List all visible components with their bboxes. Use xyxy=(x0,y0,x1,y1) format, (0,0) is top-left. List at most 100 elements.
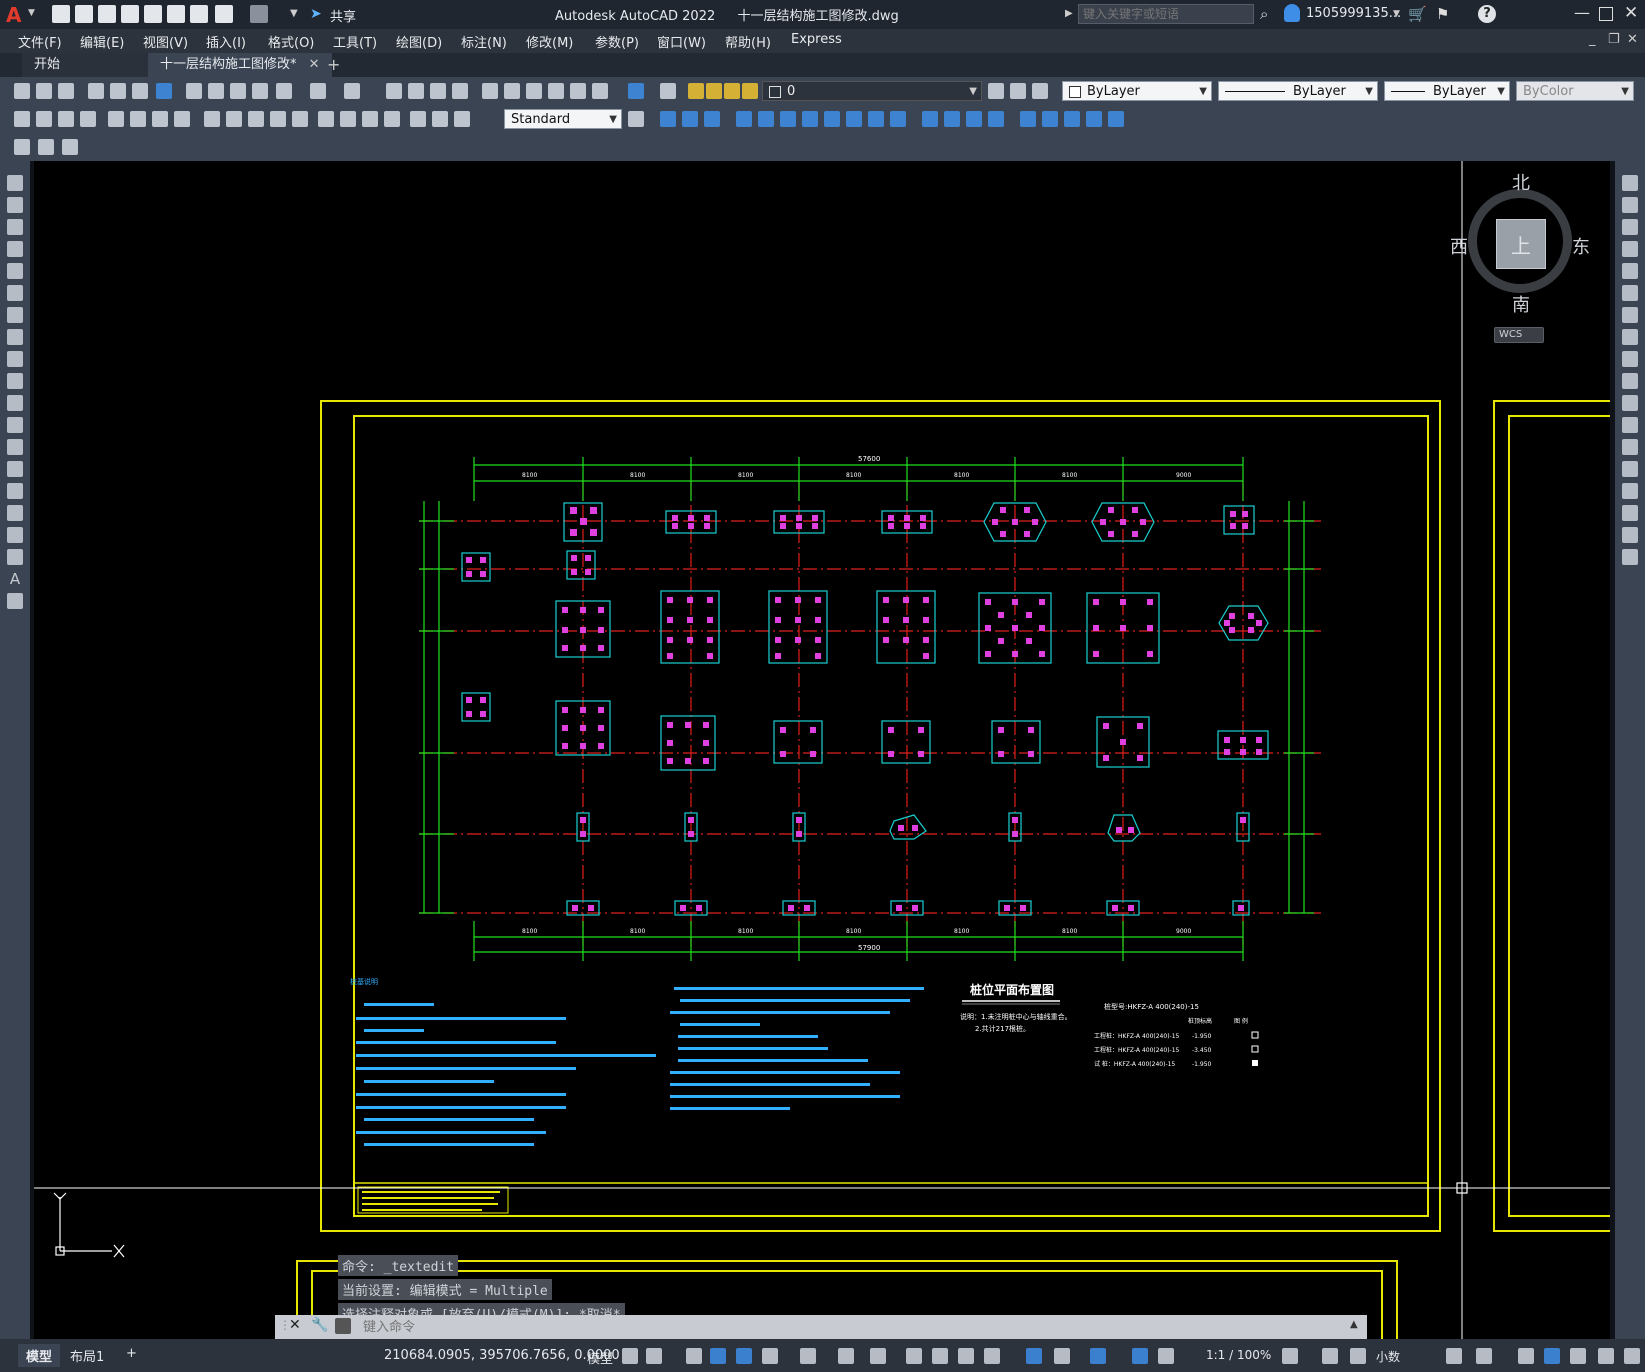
isolate-objects-icon[interactable] xyxy=(1518,1348,1534,1364)
dim-baseline-icon[interactable] xyxy=(226,111,242,127)
move-icon[interactable] xyxy=(1622,285,1638,301)
tool-palettes-icon[interactable] xyxy=(526,83,542,99)
dynamic-ucs-icon[interactable] xyxy=(1026,1348,1042,1364)
undo-icon[interactable] xyxy=(215,5,233,23)
menu-format[interactable]: 格式(O) xyxy=(268,32,314,51)
tab-close-icon[interactable]: ✕ xyxy=(309,57,320,72)
dynamic-input-icon[interactable] xyxy=(710,1348,726,1364)
layer-freeze-icon[interactable] xyxy=(706,83,722,99)
construction-line-icon[interactable] xyxy=(7,197,23,213)
customize-wrench-icon[interactable]: 🔧 xyxy=(311,1317,328,1333)
auto-scale-icon[interactable] xyxy=(1158,1348,1174,1364)
undo-icon[interactable] xyxy=(310,83,326,99)
dim-update-icon[interactable] xyxy=(454,111,470,127)
jogged-linear-icon[interactable] xyxy=(384,111,400,127)
dim-space-icon[interactable] xyxy=(270,111,286,127)
dim-angular-icon[interactable] xyxy=(174,111,190,127)
viewport-icon-5[interactable] xyxy=(1108,111,1124,127)
ortho-icon[interactable] xyxy=(736,1348,752,1364)
linetype-dropdown[interactable]: ByLayer ▼ xyxy=(1218,81,1378,101)
dim-jogged-icon[interactable] xyxy=(130,111,146,127)
array-icon[interactable] xyxy=(1622,263,1638,279)
fullscreen-icon[interactable] xyxy=(1598,1348,1614,1364)
close-window-icon[interactable]: ✕ xyxy=(1624,3,1638,23)
save-icon[interactable] xyxy=(58,83,74,99)
save-icon[interactable] xyxy=(98,5,116,23)
dim-arc-icon[interactable] xyxy=(58,111,74,127)
region-icon[interactable] xyxy=(7,527,23,543)
tab-active-drawing[interactable]: 十一层结构施工图修改* ✕ xyxy=(148,53,332,77)
dim-text-edit-icon[interactable] xyxy=(432,111,448,127)
arc-icon[interactable] xyxy=(7,285,23,301)
rectangle-icon[interactable] xyxy=(7,263,23,279)
new-tab-button[interactable]: + xyxy=(327,55,340,74)
tool-icon-c[interactable] xyxy=(62,139,78,155)
menu-tools[interactable]: 工具(T) xyxy=(333,32,377,51)
line-icon[interactable] xyxy=(7,175,23,191)
cut-icon[interactable] xyxy=(186,83,202,99)
workspace-gear-icon[interactable] xyxy=(1282,1348,1298,1364)
coordinates-display[interactable]: 210684.0905, 395706.7656, 0.0000 xyxy=(384,1348,620,1363)
scale-icon[interactable] xyxy=(1622,329,1638,345)
dim-radius-icon[interactable] xyxy=(108,111,124,127)
wcs-menu[interactable]: WCS xyxy=(1494,327,1544,343)
match-prop-icon[interactable] xyxy=(252,83,268,99)
dim-aligned-icon[interactable] xyxy=(36,111,52,127)
lock-ui-icon[interactable] xyxy=(1476,1348,1492,1364)
dim-continue-icon[interactable] xyxy=(248,111,264,127)
quick-dim-icon[interactable] xyxy=(204,111,220,127)
fillet-icon[interactable] xyxy=(1622,505,1638,521)
quickcalc-icon[interactable] xyxy=(592,83,608,99)
gizmo-icon[interactable] xyxy=(1090,1348,1106,1364)
help-icon[interactable]: ? xyxy=(1478,5,1496,23)
autodesk-app-icon[interactable]: ⚑ xyxy=(1436,5,1449,23)
compass-east[interactable]: 东 xyxy=(1572,233,1590,259)
menu-file[interactable]: 文件(F) xyxy=(18,32,62,51)
selection-cycling-icon[interactable] xyxy=(958,1348,974,1364)
object-snap-icon[interactable] xyxy=(870,1348,886,1364)
user-icon[interactable] xyxy=(1284,4,1300,22)
save-as-icon[interactable] xyxy=(121,5,139,23)
table-icon[interactable] xyxy=(7,549,23,565)
share-icon[interactable]: ➤ xyxy=(310,6,322,22)
customize-arrow-icon[interactable]: ▼ xyxy=(290,8,298,19)
tab-layout1[interactable]: 布局1 xyxy=(62,1344,112,1367)
selection-filter-icon[interactable] xyxy=(1054,1348,1070,1364)
polar-icon[interactable] xyxy=(762,1348,778,1364)
share-label[interactable]: 共享 xyxy=(330,6,356,25)
inspection-icon[interactable] xyxy=(362,111,378,127)
open-from-web-icon[interactable] xyxy=(144,5,162,23)
open-icon[interactable] xyxy=(36,83,52,99)
menu-parametric[interactable]: 参数(P) xyxy=(595,32,639,51)
transparency-icon[interactable] xyxy=(932,1348,948,1364)
plotstyle-dropdown[interactable]: ByColor ▼ xyxy=(1516,81,1634,101)
center-mark-icon[interactable] xyxy=(340,111,356,127)
sheet-set-icon[interactable] xyxy=(548,83,564,99)
join-icon[interactable] xyxy=(1622,461,1638,477)
menu-modify[interactable]: 修改(M) xyxy=(526,32,573,51)
chamfer-icon[interactable] xyxy=(1622,483,1638,499)
user-name[interactable]: 1505999135... xyxy=(1306,6,1401,21)
annotation-scale[interactable]: 1:1 / 100% xyxy=(1206,1348,1271,1362)
dimstyle-icon[interactable] xyxy=(628,111,644,127)
annotation-visibility-icon[interactable] xyxy=(1132,1348,1148,1364)
insert-block-icon[interactable] xyxy=(7,417,23,433)
dim-edit-icon[interactable] xyxy=(410,111,426,127)
menu-draw[interactable]: 绘图(D) xyxy=(396,32,442,51)
maximize-icon[interactable] xyxy=(1599,7,1613,21)
ucs-icon-7[interactable] xyxy=(868,111,884,127)
cart-icon[interactable]: 🛒 xyxy=(1408,5,1427,23)
menu-view[interactable]: 视图(V) xyxy=(143,32,188,51)
copy-icon[interactable] xyxy=(208,83,224,99)
viewcube-top-face[interactable]: 上 xyxy=(1496,219,1546,269)
compass-west[interactable]: 西 xyxy=(1450,233,1468,259)
layer-previous-icon[interactable] xyxy=(1010,83,1026,99)
search-input[interactable] xyxy=(1078,4,1254,24)
viewport-icon-2[interactable] xyxy=(1042,111,1058,127)
make-current-icon[interactable] xyxy=(988,83,1004,99)
dim-break-icon[interactable] xyxy=(292,111,308,127)
ucs-icon-5[interactable] xyxy=(824,111,840,127)
hatch-icon[interactable] xyxy=(7,483,23,499)
doc-minimize-icon[interactable]: _ xyxy=(1589,32,1596,47)
qnew-icon[interactable] xyxy=(14,83,30,99)
